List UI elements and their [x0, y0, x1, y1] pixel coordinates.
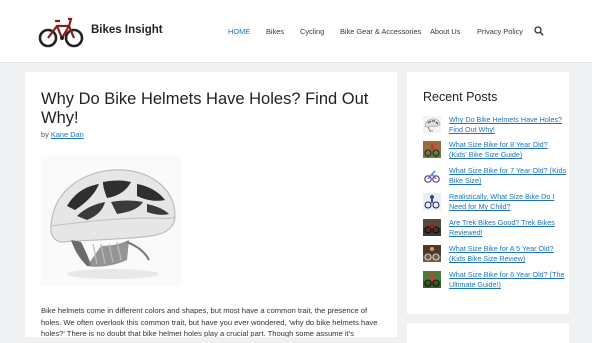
post-link[interactable]: Why Do Bike Helmets Have Holes? Find Out…	[449, 115, 567, 136]
sidebar-widget	[407, 323, 569, 343]
balance-bike-thumbnail-icon	[423, 167, 441, 184]
kid-bike-thumbnail-icon	[423, 271, 441, 288]
nav-about-us[interactable]: About Us	[430, 27, 460, 36]
nav-privacy-policy[interactable]: Privacy Policy	[477, 27, 523, 36]
sidebar-recent-posts: Recent Posts Why Do Bike Helmets Have Ho…	[407, 72, 569, 314]
post-link[interactable]: Realistically, What Size Bike Do I Need …	[449, 192, 567, 213]
author-link[interactable]: Kane Dan	[51, 130, 84, 139]
article-body: Bike helmets come in different colors an…	[41, 306, 378, 337]
post-link[interactable]: What Size Bike for A 5 Year Old? (Kids B…	[449, 244, 567, 265]
recent-post-item[interactable]: Are Trek Bikes Good? Trek Bikes Reviewed…	[423, 218, 563, 240]
featured-image	[41, 156, 181, 286]
nav-bike-gear[interactable]: Bike Gear & Accessories	[340, 27, 421, 36]
search-icon[interactable]	[534, 26, 544, 36]
post-link[interactable]: What Size Bike for 6 Year Old? (The Ulti…	[449, 270, 567, 291]
main-nav: HOME Bikes Cycling Bike Gear & Accessori…	[0, 27, 592, 39]
helmet-thumbnail-icon	[423, 116, 441, 133]
kid-bike-thumbnail-icon	[423, 141, 441, 158]
nav-bikes[interactable]: Bikes	[266, 27, 284, 36]
kid-bike-thumbnail-icon	[423, 245, 441, 262]
recent-post-item[interactable]: Why Do Bike Helmets Have Holes? Find Out…	[423, 115, 563, 137]
site-header: Bikes Insight HOME Bikes Cycling Bike Ge…	[0, 0, 592, 63]
trek-bike-thumbnail-icon	[423, 219, 441, 236]
post-link[interactable]: Are Trek Bikes Good? Trek Bikes Reviewed…	[449, 218, 567, 239]
recent-post-item[interactable]: What Size Bike for A 5 Year Old? (Kids B…	[423, 244, 563, 266]
nav-home[interactable]: HOME	[228, 27, 250, 36]
recent-post-item[interactable]: What Size Bike for 7 Year Old? (Kids Bik…	[423, 166, 566, 188]
byline-prefix: by	[41, 130, 49, 139]
post-link[interactable]: What Size Bike for 7 Year Old? (Kids Bik…	[449, 166, 567, 187]
byline: by Kane Dan	[41, 130, 84, 139]
child-riding-thumbnail-icon	[423, 193, 441, 210]
post-link[interactable]: What Size Bike for 8 Year Old? (Kids' Bi…	[449, 140, 567, 161]
nav-cycling[interactable]: Cycling	[300, 27, 324, 36]
article-title: Why Do Bike Helmets Have Holes? Find Out…	[41, 90, 369, 127]
recent-post-item[interactable]: What Size Bike for 6 Year Old? (The Ulti…	[423, 270, 564, 292]
recent-post-item[interactable]: What Size Bike for 8 Year Old? (Kids' Bi…	[423, 140, 563, 162]
helmet-image-icon	[50, 169, 176, 279]
recent-post-item[interactable]: Realistically, What Size Bike Do I Need …	[423, 192, 563, 214]
sidebar-title: Recent Posts	[423, 90, 498, 104]
article-card: Why Do Bike Helmets Have Holes? Find Out…	[25, 72, 397, 337]
